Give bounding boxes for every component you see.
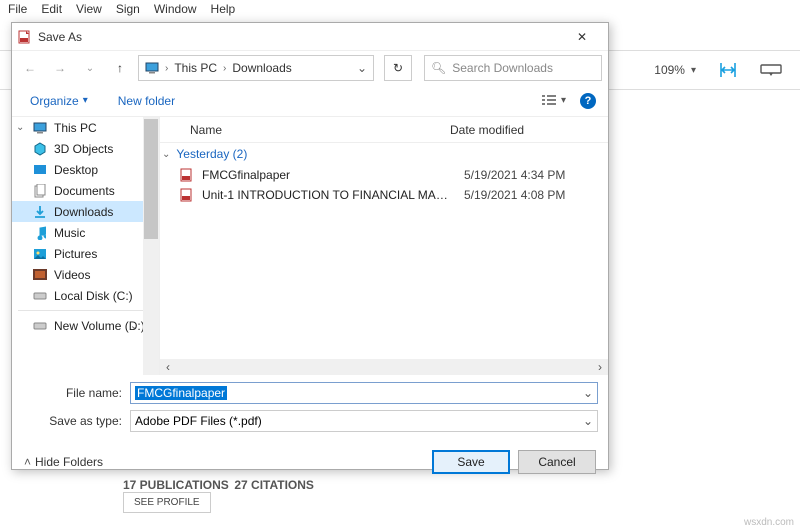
col-date: Date modified (450, 123, 608, 137)
chevron-down-icon: ⌄ (162, 149, 170, 160)
search-input[interactable]: 🔍︎ Search Downloads (424, 55, 602, 81)
disk-icon (32, 319, 48, 333)
breadcrumb[interactable]: › This PC › Downloads ⌄ (138, 55, 374, 81)
save-as-dialog: Save As ✕ ← → ⌄ ↑ › This PC › Downloads … (11, 22, 609, 470)
folder-tree: ⌄ This PC 3D Objects Desktop Documents D… (12, 117, 160, 375)
scroll-right-button[interactable]: › (592, 359, 608, 375)
fit-width-icon[interactable] (718, 61, 738, 79)
dialog-titlebar: Save As ✕ (12, 23, 608, 51)
forward-button: → (48, 56, 72, 80)
disk-icon (32, 289, 48, 303)
chevron-up-icon: ˄ (24, 455, 31, 469)
refresh-button[interactable]: ↻ (384, 55, 412, 81)
tree-item-desktop[interactable]: Desktop (12, 159, 159, 180)
file-row[interactable]: FMCGfinalpaper 5/19/2021 4:34 PM (160, 165, 608, 185)
app-menubar: File Edit View Sign Window Help (0, 0, 800, 18)
watermark: wsxdn.com (744, 517, 794, 528)
dialog-footer: ˄Hide Folders Save Cancel (12, 441, 608, 483)
save-button[interactable]: Save (432, 450, 510, 474)
filetype-label: Save as type: (22, 414, 130, 428)
file-list-area: Name Date modified ⌄ Yesterday (2) FMCGf… (160, 117, 608, 375)
recent-dropdown[interactable]: ⌄ (78, 56, 102, 80)
documents-icon (32, 184, 48, 198)
breadcrumb-folder[interactable]: Downloads (232, 61, 291, 75)
cancel-button[interactable]: Cancel (518, 450, 596, 474)
dialog-toolbar: Organize▾ New folder ▾ ? (12, 85, 608, 117)
file-group-header[interactable]: ⌄ Yesterday (2) (160, 143, 608, 165)
tree-item-new-volume[interactable]: New Volume (D:) (12, 315, 159, 336)
scroll-left-button[interactable]: ‹ (160, 359, 176, 375)
download-icon (32, 205, 48, 219)
new-folder-button[interactable]: New folder (112, 90, 181, 112)
pdf-icon (180, 168, 194, 182)
search-icon: 🔍︎ (431, 61, 446, 75)
overflow-icon[interactable] (760, 63, 782, 77)
chevron-down-icon[interactable]: ⌄ (583, 386, 593, 400)
tree-item-pictures[interactable]: Pictures (12, 243, 159, 264)
nav-row: ← → ⌄ ↑ › This PC › Downloads ⌄ ↻ 🔍︎ Sea… (12, 51, 608, 85)
file-row[interactable]: Unit-1 INTRODUCTION TO FINANCIAL MANAG..… (160, 185, 608, 205)
pc-icon (32, 121, 48, 135)
dialog-body: ⌄ This PC 3D Objects Desktop Documents D… (12, 117, 608, 375)
chevron-down-icon[interactable]: ⌄ (16, 122, 24, 133)
horizontal-scrollbar[interactable]: ‹ › (160, 359, 608, 375)
pdf-icon (18, 30, 32, 44)
tree-item-local-disk[interactable]: Local Disk (C:) (12, 285, 159, 306)
search-placeholder: Search Downloads (452, 61, 553, 75)
tree-item-videos[interactable]: Videos (12, 264, 159, 285)
music-icon (32, 226, 48, 240)
zoom-control[interactable]: 109%▾ (654, 63, 696, 77)
list-view-icon (541, 95, 557, 107)
tree-item-3d-objects[interactable]: 3D Objects (12, 138, 159, 159)
save-fields: File name: FMCGfinalpaper ⌄ Save as type… (12, 375, 608, 441)
cube-icon (32, 142, 48, 156)
view-options-button[interactable]: ▾ (541, 95, 566, 107)
tree-item-this-pc[interactable]: This PC (12, 117, 159, 138)
menu-help[interactable]: Help (211, 2, 236, 16)
hide-folders-button[interactable]: ˄Hide Folders (24, 455, 103, 469)
tree-item-downloads[interactable]: Downloads (12, 201, 159, 222)
breadcrumb-dropdown[interactable]: ⌄ (357, 61, 367, 75)
back-button[interactable]: ← (18, 56, 42, 80)
menu-window[interactable]: Window (154, 2, 197, 16)
menu-edit[interactable]: Edit (41, 2, 62, 16)
chevron-right-icon: › (223, 63, 226, 74)
tree-item-documents[interactable]: Documents (12, 180, 159, 201)
pdf-icon (180, 188, 194, 202)
tree-scrollbar[interactable] (143, 117, 159, 375)
filename-label: File name: (22, 386, 130, 400)
help-button[interactable]: ? (580, 93, 596, 109)
column-headers[interactable]: Name Date modified (160, 117, 608, 143)
breadcrumb-root[interactable]: This PC (174, 61, 217, 75)
tree-item-music[interactable]: Music (12, 222, 159, 243)
chevron-right-icon: › (165, 63, 168, 74)
chevron-down-icon[interactable]: ⌄ (583, 414, 593, 428)
filetype-select[interactable]: Adobe PDF Files (*.pdf) ⌄ (130, 410, 598, 432)
menu-view[interactable]: View (76, 2, 102, 16)
organize-button[interactable]: Organize▾ (24, 90, 94, 112)
pictures-icon (32, 247, 48, 261)
close-icon: ✕ (577, 30, 587, 44)
col-name: Name (190, 123, 450, 137)
desktop-icon (32, 163, 48, 177)
close-button[interactable]: ✕ (562, 23, 602, 51)
menu-sign[interactable]: Sign (116, 2, 140, 16)
dialog-title: Save As (38, 30, 562, 44)
menu-file[interactable]: File (8, 2, 27, 16)
filename-input[interactable]: FMCGfinalpaper ⌄ (130, 382, 598, 404)
videos-icon (32, 268, 48, 282)
see-profile-button[interactable]: SEE PROFILE (123, 492, 211, 513)
pc-icon (145, 62, 159, 74)
up-button[interactable]: ↑ (108, 56, 132, 80)
